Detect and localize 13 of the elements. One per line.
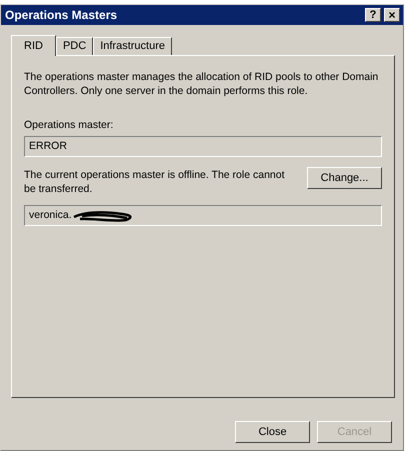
- tab[interactable]: PDC: [56, 37, 94, 55]
- operations-master-field: ERROR: [24, 136, 382, 158]
- server-name: veronica.: [29, 208, 72, 223]
- tab[interactable]: Infrastructure: [93, 37, 172, 55]
- dialog-button[interactable]: Close: [235, 421, 310, 443]
- field-label: Operations master:: [24, 118, 114, 133]
- tab[interactable]: RID: [11, 35, 56, 56]
- description-text: The operations master manages the allocation of RID pools to other Domain Controllers. Only one server in the domain performs this role.: [24, 70, 380, 98]
- change-button[interactable]: Change...: [307, 167, 382, 190]
- close-button[interactable]: ×: [384, 8, 400, 22]
- help-button[interactable]: ?: [365, 8, 381, 22]
- status-text: The current operations master is offline. The role cannot be transferred.: [24, 168, 286, 196]
- window-title: Operations Masters: [5, 7, 118, 24]
